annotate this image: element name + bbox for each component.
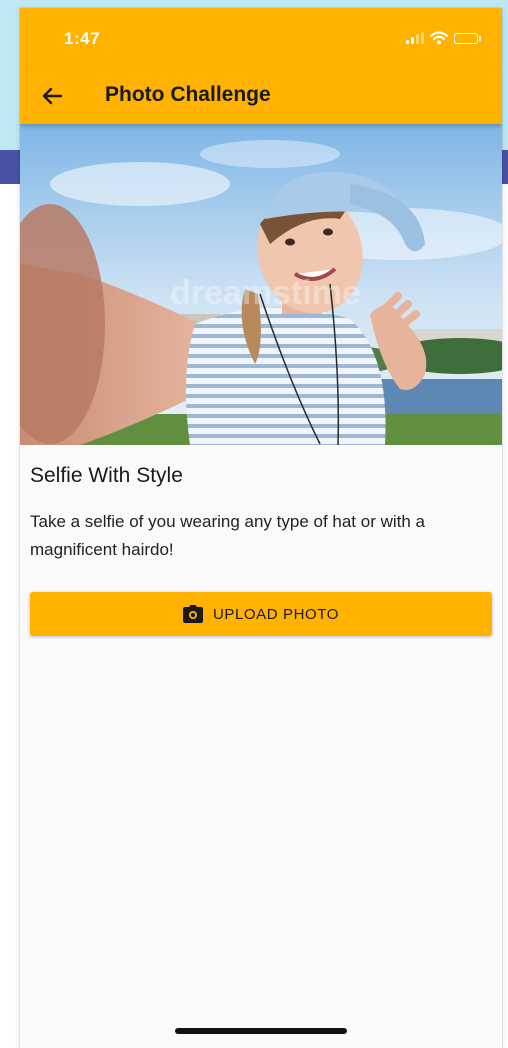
- challenge-title: Selfie With Style: [30, 464, 183, 487]
- status-time: 1:47: [64, 29, 101, 48]
- phone-screen: 1:47 Photo Challenge dreamstime Selfie W…: [20, 8, 502, 1048]
- challenge-description: Take a selfie of you wearing any type of…: [30, 512, 426, 559]
- status-bar: 1:47: [20, 8, 502, 68]
- upload-photo-label: UPLOAD PHOTO: [212, 605, 340, 623]
- app-bar: Photo Challenge: [20, 68, 502, 124]
- image-watermark: dreamstime: [170, 274, 361, 312]
- battery-icon: [454, 32, 481, 44]
- wifi-icon: [430, 31, 448, 45]
- back-button[interactable]: [34, 78, 70, 114]
- arrow-left-icon: [42, 87, 63, 105]
- challenge-hero-image: dreamstime: [20, 124, 502, 445]
- camera-icon: [182, 605, 203, 623]
- page-title: Photo Challenge: [105, 83, 271, 106]
- upload-photo-button[interactable]: UPLOAD PHOTO: [30, 592, 492, 636]
- status-icons: [406, 30, 481, 46]
- home-indicator[interactable]: [175, 1028, 347, 1034]
- cellular-signal-icon: [406, 32, 424, 44]
